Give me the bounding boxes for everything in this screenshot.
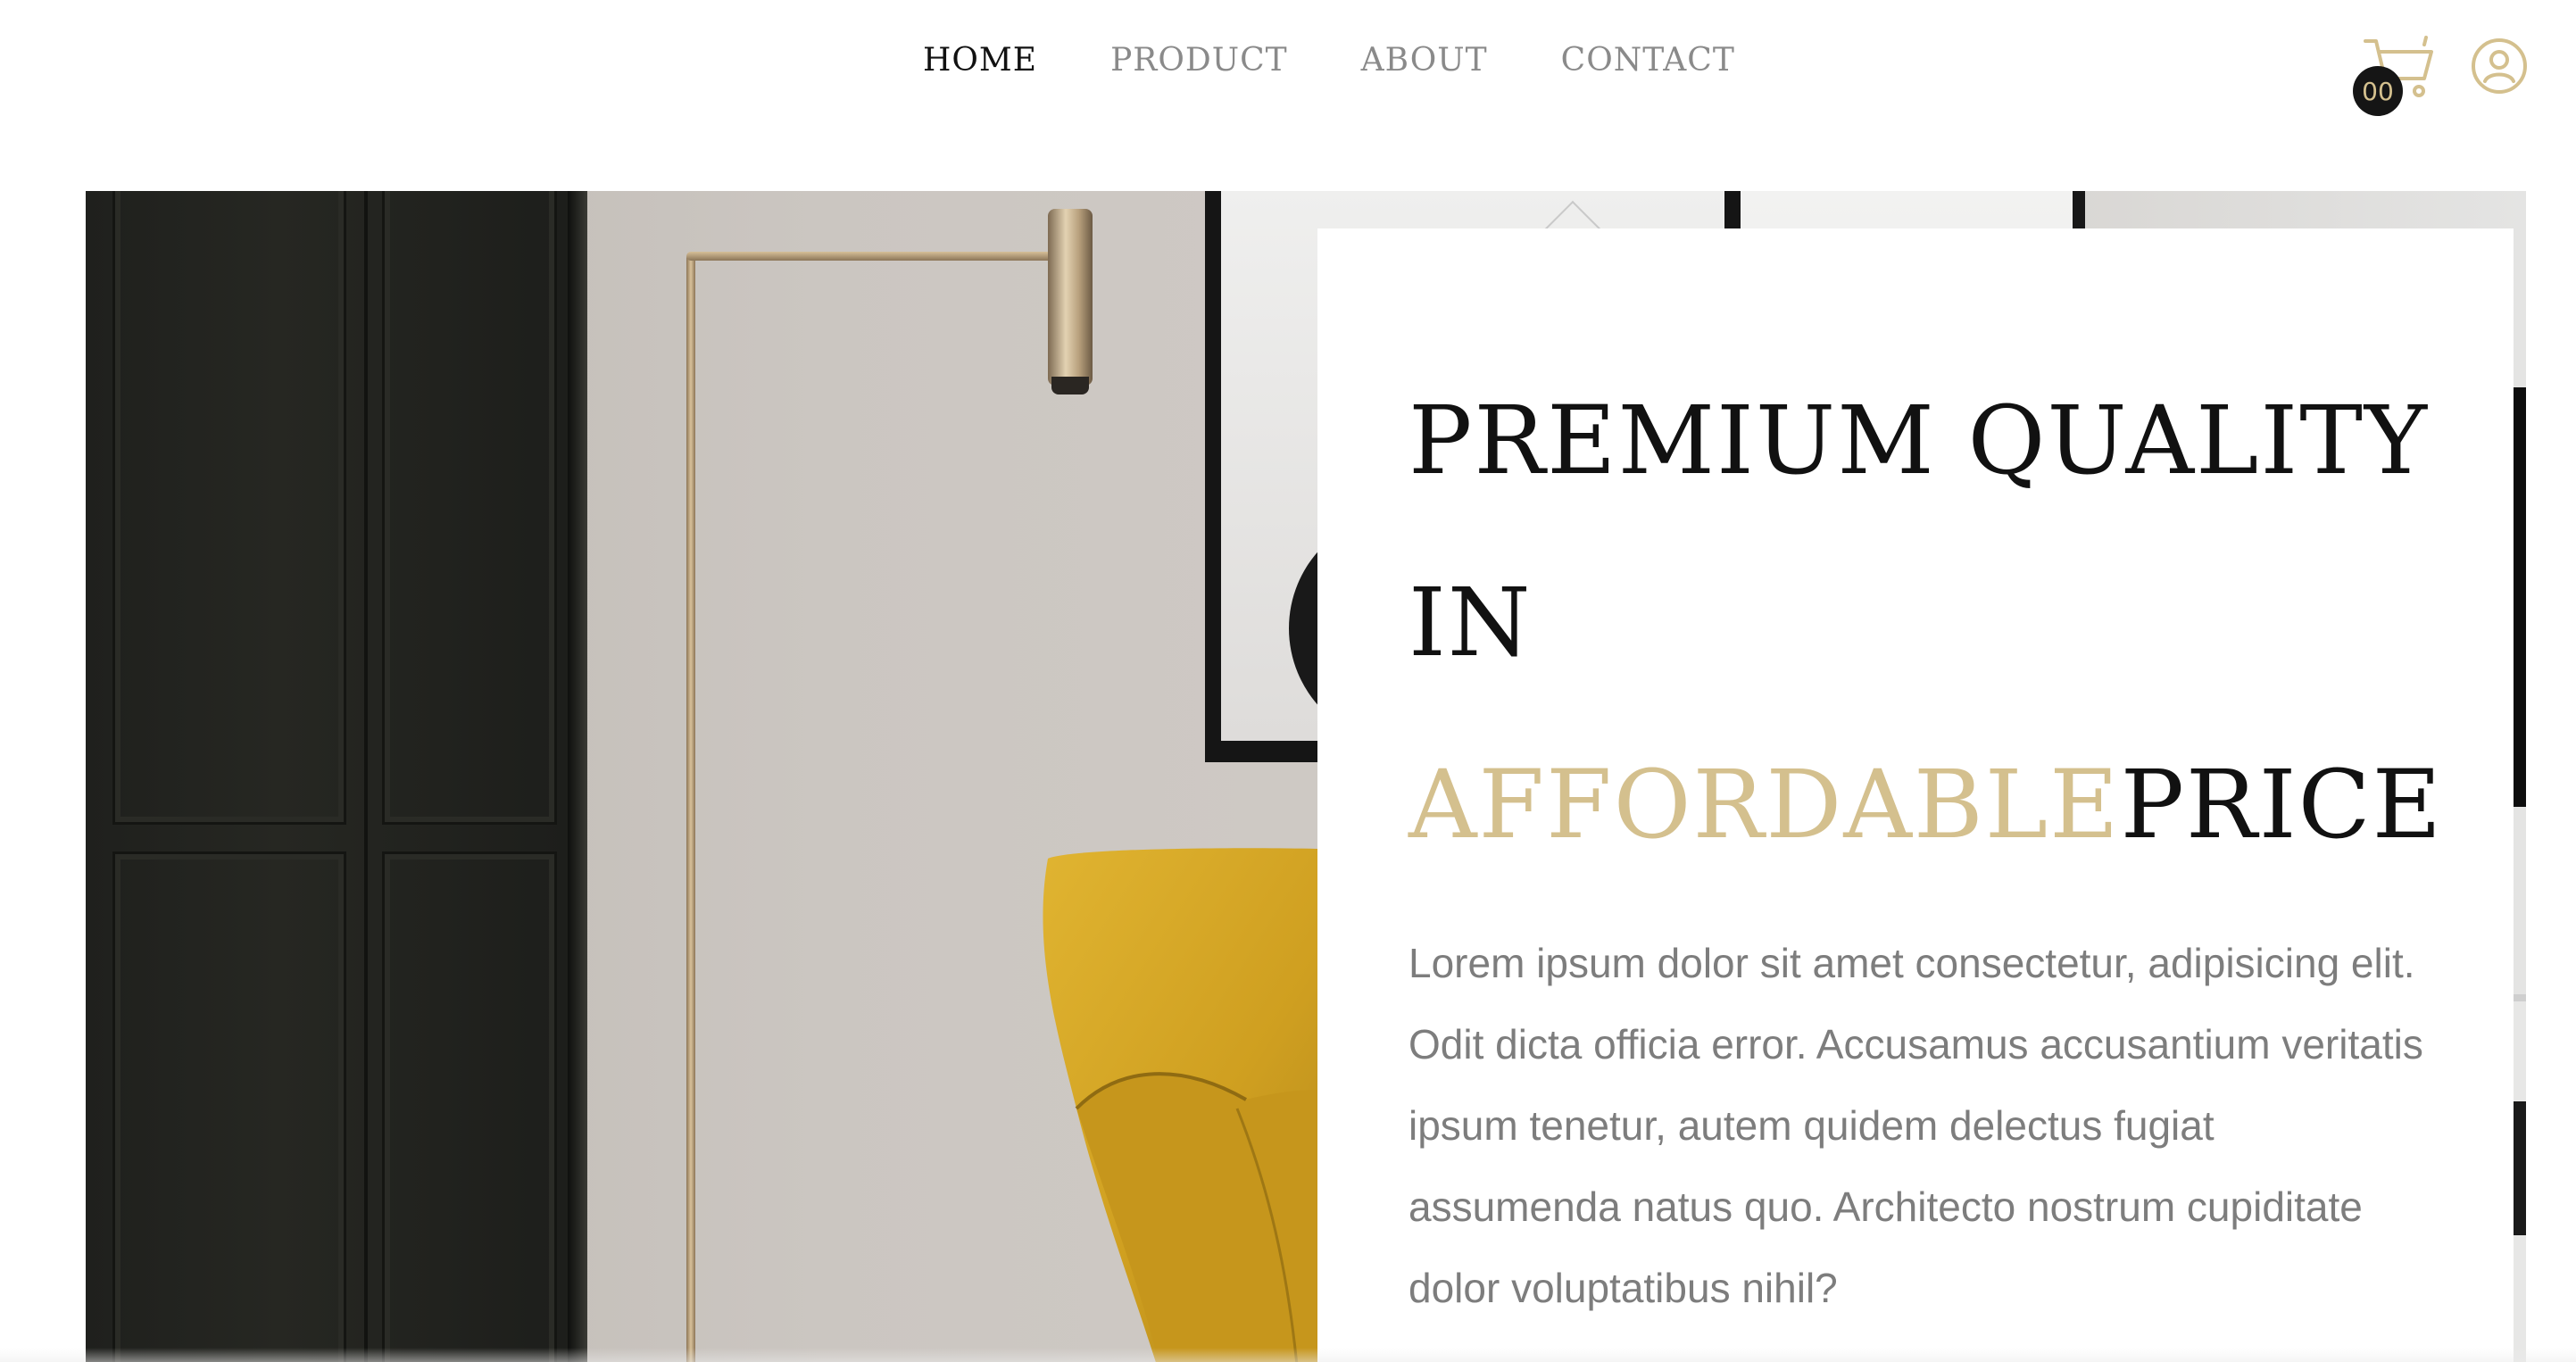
- nav-contact-link[interactable]: CONTACT: [1561, 36, 1735, 86]
- headline-line-3: AFFORDABLEPRICE: [1408, 714, 2514, 896]
- floor-lamp-pole: [686, 253, 695, 1362]
- cart-button[interactable]: 00: [2353, 34, 2442, 116]
- headline-line-2: IN: [1408, 568, 1533, 677]
- floor-lamp-head: [1048, 209, 1093, 386]
- nav-home-link[interactable]: HOME: [923, 36, 1037, 86]
- hero-headline: PREMIUM QUALITY IN AFFORDABLEPRICE: [1408, 350, 2514, 896]
- main-nav: HOME PRODUCT ABOUT CONTACT: [923, 36, 1735, 86]
- dark-wardrobe: [86, 191, 568, 1362]
- page: HOME PRODUCT ABOUT CONTACT 00 PREMIUM QU…: [0, 0, 2576, 1362]
- page-bottom-shade: [0, 1348, 2576, 1362]
- headline-accent: AFFORDABLE: [1408, 750, 2121, 860]
- nav-product-link[interactable]: PRODUCT: [1110, 36, 1288, 86]
- headline-price: PRICE: [2120, 750, 2444, 860]
- account-button[interactable]: [2471, 37, 2528, 95]
- hero-body-text: Lorem ipsum dolor sit amet consectetur, …: [1408, 940, 2423, 1311]
- nav-about-link[interactable]: ABOUT: [1361, 36, 1488, 86]
- headline-line-1: PREMIUM QUALITY: [1408, 386, 2429, 495]
- floor-lamp-arm: [686, 252, 1068, 261]
- floor-lamp-tip: [1051, 377, 1089, 394]
- hero-card: PREMIUM QUALITY IN AFFORDABLEPRICE Lorem…: [1317, 228, 2514, 1362]
- wardrobe-edge: [568, 191, 587, 1362]
- cart-count-badge: 00: [2353, 66, 2403, 116]
- user-circle-icon: [2472, 38, 2527, 94]
